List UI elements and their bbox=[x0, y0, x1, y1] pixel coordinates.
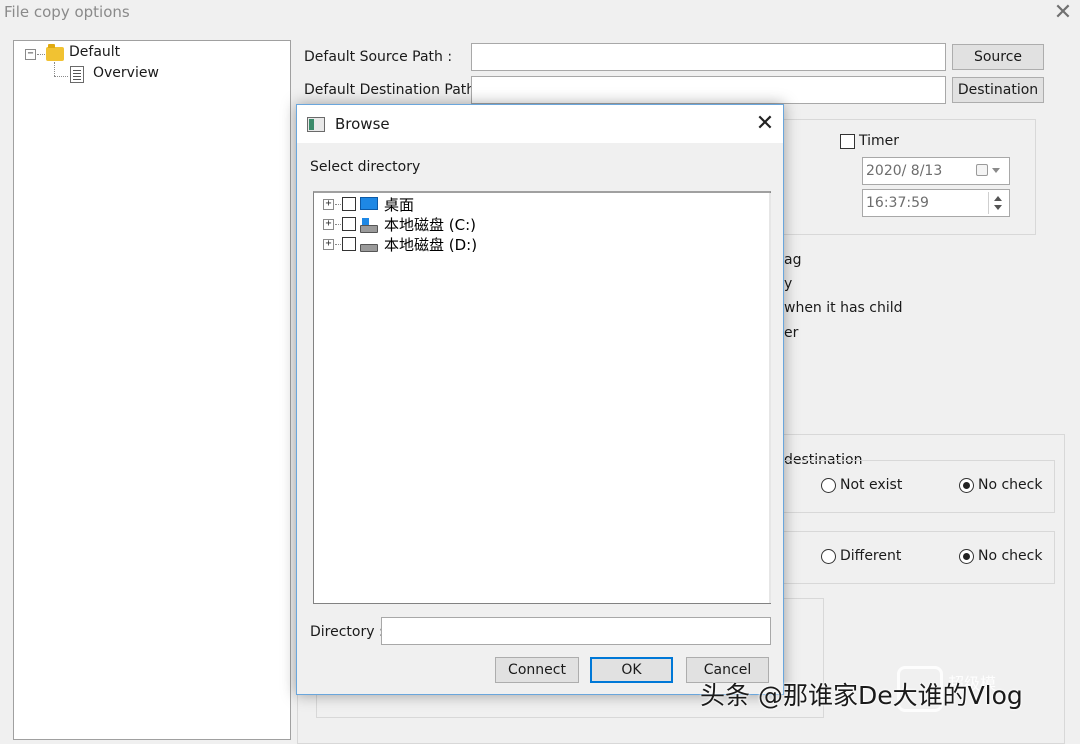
source-path-input[interactable] bbox=[471, 43, 946, 71]
tree-collapse-icon[interactable]: − bbox=[25, 49, 36, 60]
window-close-icon[interactable]: ✕ bbox=[1052, 2, 1074, 24]
tree-connector bbox=[37, 54, 45, 55]
dialog-app-icon bbox=[307, 117, 325, 132]
tree-item-drive-d[interactable]: 本地磁盘 (D:) bbox=[384, 234, 477, 255]
not-exist-radio[interactable] bbox=[821, 478, 836, 493]
options-tree[interactable]: − Default Overview bbox=[13, 40, 291, 740]
time-spinner[interactable] bbox=[988, 192, 1006, 214]
no-check-radio-2[interactable] bbox=[959, 549, 974, 564]
ok-button[interactable]: OK bbox=[590, 657, 673, 683]
window-title: File copy options bbox=[4, 3, 130, 21]
select-directory-label: Select directory bbox=[310, 159, 421, 175]
option-text-partial-2: y bbox=[784, 276, 793, 292]
destination-path-label: Default Destination Path : bbox=[304, 82, 485, 98]
destination-path-input[interactable] bbox=[471, 76, 946, 104]
expand-icon[interactable]: + bbox=[323, 199, 334, 210]
not-exist-label: Not exist bbox=[840, 477, 903, 493]
no-check-label-1: No check bbox=[978, 477, 1043, 493]
tree-item-drive-c[interactable]: 本地磁盘 (C:) bbox=[384, 214, 476, 235]
browse-dialog[interactable]: Browse ✕ Select directory + 桌面 + 本地磁盘 (C… bbox=[296, 104, 784, 695]
directory-label: Directory : bbox=[310, 624, 384, 640]
directory-input[interactable] bbox=[381, 617, 771, 645]
tree-checkbox[interactable] bbox=[342, 197, 356, 211]
option-text-partial-4: er bbox=[784, 325, 799, 341]
spin-down-icon[interactable] bbox=[994, 205, 1002, 210]
different-label: Different bbox=[840, 548, 902, 564]
tree-checkbox[interactable] bbox=[342, 217, 356, 231]
tree-checkbox[interactable] bbox=[342, 237, 356, 251]
spin-up-icon[interactable] bbox=[994, 196, 1002, 201]
tree-connector bbox=[54, 62, 55, 76]
source-button[interactable]: Source bbox=[952, 44, 1044, 70]
dialog-title: Browse bbox=[335, 115, 390, 133]
calendar-icon[interactable] bbox=[976, 164, 988, 176]
tree-connector bbox=[335, 244, 341, 245]
expand-icon[interactable]: + bbox=[323, 219, 334, 230]
different-radio[interactable] bbox=[821, 549, 836, 564]
tree-connector bbox=[335, 204, 341, 205]
folder-icon bbox=[46, 44, 64, 61]
directory-tree[interactable]: + 桌面 + 本地磁盘 (C:) + 本地磁盘 (D:) bbox=[313, 191, 771, 604]
date-value: 2020/ 8/13 bbox=[866, 163, 943, 179]
desktop-icon bbox=[360, 197, 378, 210]
connect-button[interactable]: Connect bbox=[495, 657, 579, 683]
timer-label: Timer bbox=[859, 133, 900, 149]
no-check-radio-1[interactable] bbox=[959, 478, 974, 493]
destination-button[interactable]: Destination bbox=[952, 77, 1044, 103]
option-text-partial-1: ag bbox=[784, 252, 802, 268]
expand-icon[interactable]: + bbox=[323, 239, 334, 250]
tree-item-overview[interactable]: Overview bbox=[93, 65, 159, 81]
tree-connector bbox=[335, 224, 341, 225]
dialog-close-icon[interactable]: ✕ bbox=[753, 112, 777, 136]
document-icon bbox=[70, 66, 84, 83]
tree-connector bbox=[54, 76, 68, 77]
chevron-down-icon[interactable] bbox=[992, 168, 1000, 173]
no-check-label-2: No check bbox=[978, 548, 1043, 564]
tree-item-default[interactable]: Default bbox=[69, 44, 120, 60]
time-value: 16:37:59 bbox=[866, 195, 929, 211]
tree-item-desktop[interactable]: 桌面 bbox=[384, 194, 414, 215]
timer-checkbox[interactable] bbox=[840, 134, 855, 149]
drive-c-icon bbox=[360, 218, 378, 233]
tree-scrollbar[interactable] bbox=[769, 193, 771, 603]
drive-d-icon bbox=[360, 244, 378, 252]
option-text-partial-3: when it has child bbox=[784, 300, 903, 316]
watermark-text: 头条 @那谁家De大谁的Vlog bbox=[700, 681, 1023, 710]
source-path-label: Default Source Path : bbox=[304, 49, 453, 65]
